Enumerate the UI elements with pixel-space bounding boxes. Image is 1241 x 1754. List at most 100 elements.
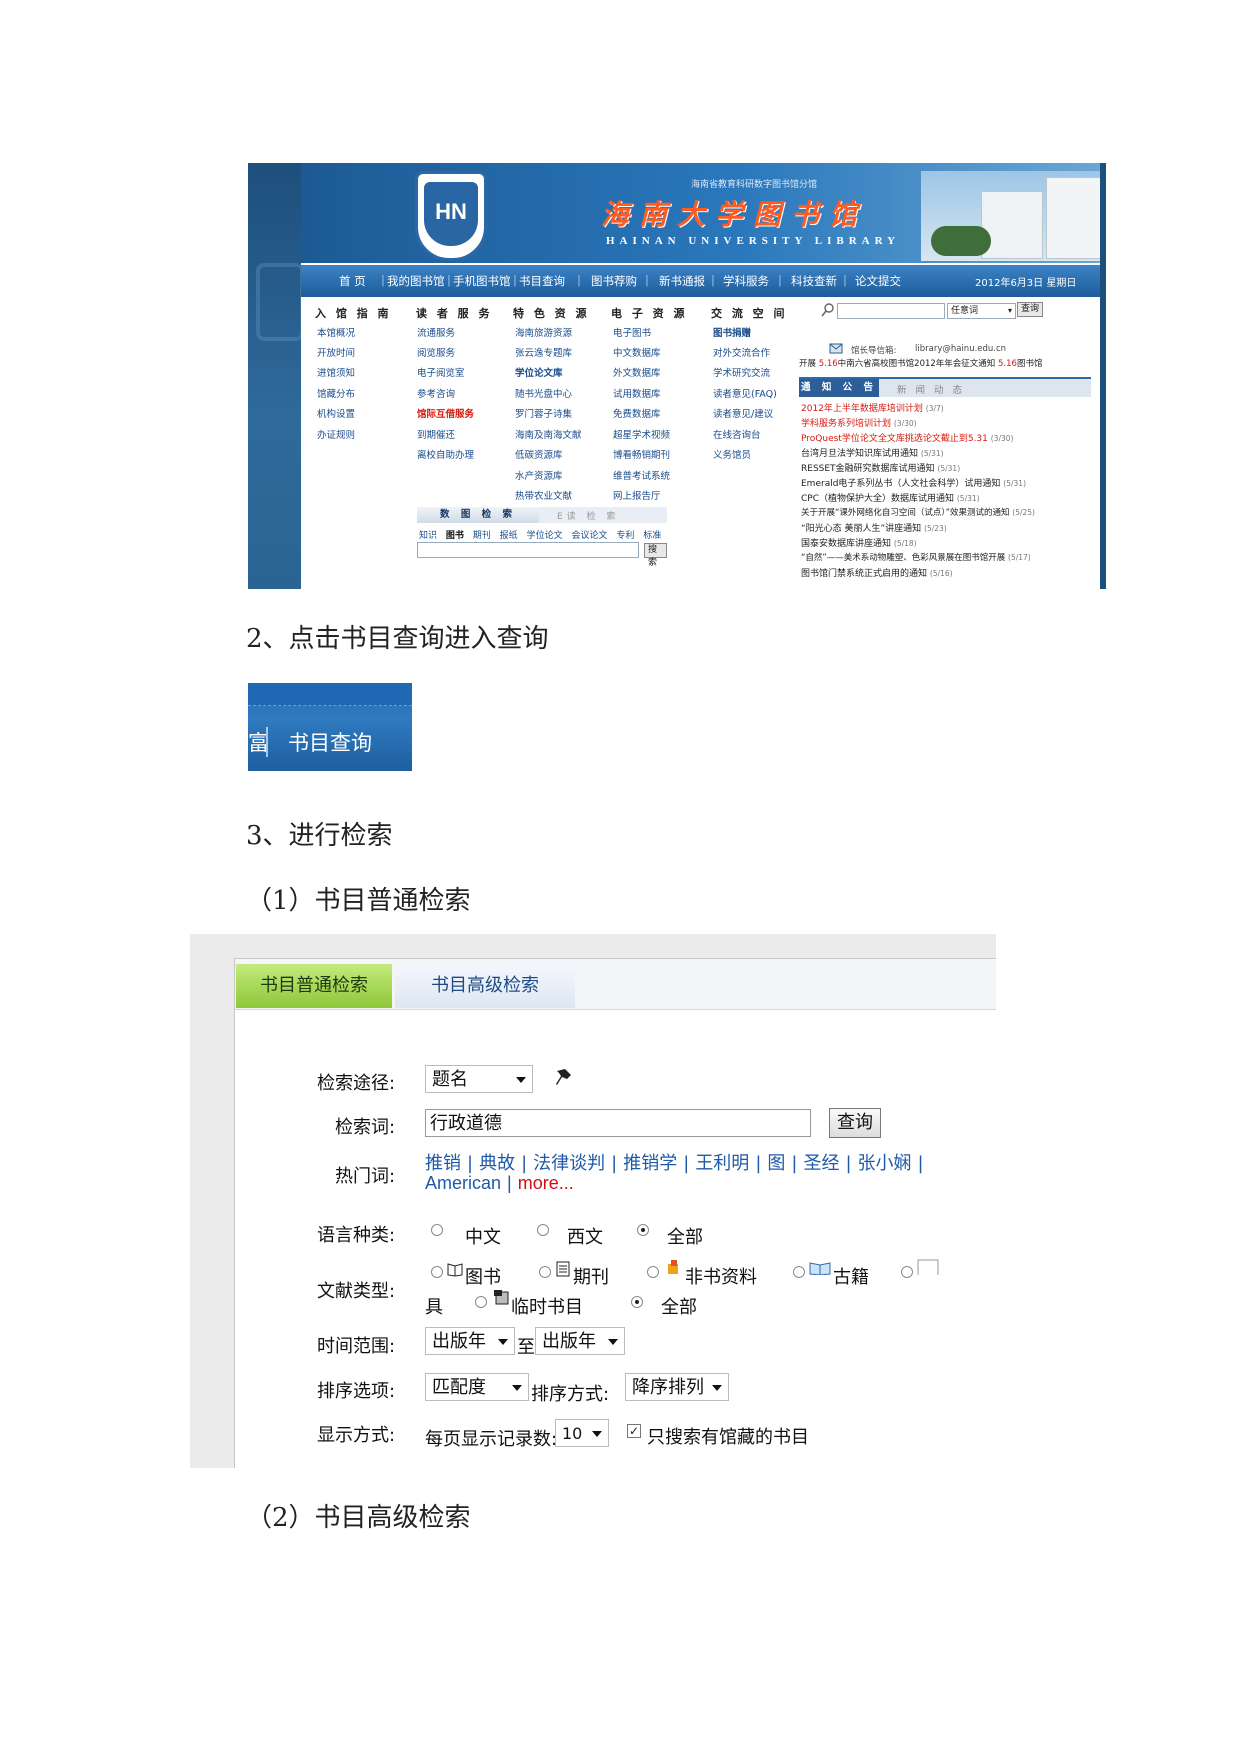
nav-novelty-search[interactable]: 科技查新 <box>791 273 837 289</box>
nav-mobile-library[interactable]: 手机图书馆 <box>453 273 511 289</box>
column-link[interactable]: 海南及南海文献 <box>515 427 582 441</box>
column-link[interactable]: 读者意见(FAQ) <box>713 386 777 400</box>
radio-doc-tool[interactable] <box>901 1266 913 1278</box>
notice-item[interactable]: “阳光心态 美丽人生”讲座通知 (5/23) <box>801 521 947 534</box>
university-logo[interactable]: HN <box>415 171 487 261</box>
nav-my-library[interactable]: 我的图书馆 <box>387 273 445 289</box>
column-link[interactable]: 海南旅游资源 <box>515 325 572 339</box>
column-link[interactable]: 外文数据库 <box>613 365 661 379</box>
site-search-input[interactable] <box>837 303 945 319</box>
db-type-link[interactable]: 图书 <box>446 531 464 541</box>
column-link[interactable]: 维普考试系统 <box>613 468 670 482</box>
sort-select[interactable]: 匹配度 <box>425 1373 529 1401</box>
year-from-select[interactable]: 出版年 <box>425 1327 515 1355</box>
pin-icon[interactable] <box>553 1067 575 1089</box>
column-link[interactable]: 低碳资源库 <box>515 447 563 461</box>
db-type-link[interactable]: 会议论文 <box>571 531 607 541</box>
notice-item[interactable]: CPC（植物保护大全）数据库试用通知 (5/31) <box>801 491 980 504</box>
radio-doc-journal[interactable] <box>539 1266 551 1278</box>
db-type-link[interactable]: 学位论文 <box>527 531 563 541</box>
column-link[interactable]: 中文数据库 <box>613 345 661 359</box>
radio-doc-temporary[interactable] <box>475 1296 487 1308</box>
column-link[interactable]: 电子阅览室 <box>417 365 465 379</box>
column-link[interactable]: 热带农业文献 <box>515 488 572 502</box>
radio-doc-nonbook[interactable] <box>647 1266 659 1278</box>
column-link[interactable]: 超星学术视频 <box>613 427 670 441</box>
term-input[interactable]: 行政道德 <box>425 1109 811 1137</box>
column-link[interactable]: 进馆须知 <box>317 365 355 379</box>
hot-word-link[interactable]: 推销 <box>425 1153 461 1174</box>
nav-catalog-search[interactable]: 书目查询 <box>519 273 565 289</box>
column-link[interactable]: 电子图书 <box>613 325 651 339</box>
hot-word-link[interactable]: American <box>425 1173 501 1193</box>
crop-catalog-search-label[interactable]: 书目查询 <box>288 727 372 757</box>
column-link[interactable]: 在线咨询台 <box>713 427 761 441</box>
notice-item[interactable]: ProQuest学位论文全文库挑选论文截止到5.31 (3/30) <box>801 431 1013 444</box>
query-button[interactable]: 查询 <box>829 1108 881 1138</box>
sort-mode-select[interactable]: 降序排列 <box>625 1373 729 1401</box>
column-link[interactable]: 开放时间 <box>317 345 355 359</box>
column-link[interactable]: 到期催还 <box>417 427 455 441</box>
radio-doc-all[interactable] <box>631 1296 643 1308</box>
nav-home[interactable]: 首 页 <box>339 273 366 289</box>
column-link[interactable]: 离校自助办理 <box>417 447 474 461</box>
column-link[interactable]: 试用数据库 <box>613 386 661 400</box>
nav-book-recommend[interactable]: 图书荐购 <box>591 273 637 289</box>
column-link[interactable]: 馆藏分布 <box>317 386 355 400</box>
hot-word-link[interactable]: 典故 <box>479 1153 515 1174</box>
tab-basic-search[interactable]: 书目普通检索 <box>236 964 392 1008</box>
nav-new-books[interactable]: 新书通报 <box>659 273 705 289</box>
db-type-link[interactable]: 专利 <box>616 531 634 541</box>
nav-thesis-submit[interactable]: 论文提交 <box>855 273 901 289</box>
db-type-link[interactable]: 期刊 <box>473 531 491 541</box>
tab-advanced-search[interactable]: 书目高级检索 <box>395 964 575 1008</box>
year-to-select[interactable]: 出版年 <box>535 1327 625 1355</box>
hot-word-link[interactable]: 图 <box>767 1153 785 1174</box>
column-link[interactable]: 参考咨询 <box>417 386 455 400</box>
notice-item[interactable]: 学科服务系列培训计划 (3/30) <box>801 416 917 429</box>
column-link[interactable]: 张云逸专题库 <box>515 345 572 359</box>
notice-item[interactable]: 2012年上半年数据库培训计划 (3/7) <box>801 401 944 414</box>
db-search-button[interactable]: 搜索 <box>644 543 667 568</box>
notice-item[interactable]: RESSET金融研究数据库试用通知 (5/31) <box>801 461 960 474</box>
column-link[interactable]: 学位论文库 <box>515 365 563 379</box>
column-link[interactable]: 学术研究交流 <box>713 365 770 379</box>
tab-notices[interactable]: 通 知 公 告 <box>799 379 879 397</box>
column-link[interactable]: 义务馆员 <box>713 447 751 461</box>
radio-lang-chinese[interactable] <box>431 1224 443 1236</box>
notice-item[interactable]: Emerald电子系列丛书（人文社会科学）试用通知 (5/31) <box>801 476 1026 489</box>
route-select[interactable]: 题名 <box>425 1065 533 1093</box>
tab-digital-search[interactable]: 数 图 检 索 <box>417 507 539 523</box>
tab-eread-search[interactable]: E读 检 索 <box>557 509 619 522</box>
tab-news[interactable]: 新 闻 动 态 <box>897 382 965 396</box>
radio-doc-book[interactable] <box>431 1266 443 1278</box>
nav-subject-service[interactable]: 学科服务 <box>723 273 769 289</box>
notice-item[interactable]: 图书馆门禁系统正式启用的通知 (5/16) <box>801 566 953 579</box>
column-link[interactable]: 水产资源库 <box>515 468 563 482</box>
hot-word-link[interactable]: 王利明 <box>695 1153 749 1174</box>
column-link[interactable]: 流通服务 <box>417 325 455 339</box>
only-holdings-checkbox[interactable]: ✓ <box>627 1424 641 1438</box>
notice-item[interactable]: 国泰安数据库讲座通知 (5/18) <box>801 536 917 549</box>
db-type-link[interactable]: 知识 <box>419 531 437 541</box>
column-link[interactable]: 图书捐赠 <box>713 325 751 339</box>
column-link[interactable]: 罗门蓉子诗集 <box>515 406 572 420</box>
notice-item[interactable]: 台湾月旦法学知识库试用通知 (5/31) <box>801 446 944 459</box>
column-link[interactable]: 网上报告厅 <box>613 488 661 502</box>
column-link[interactable]: 博看畅销期刊 <box>613 447 670 461</box>
hot-word-link[interactable]: 圣经 <box>803 1153 839 1174</box>
notice-item[interactable]: “自然”——美术系动物雕塑、色彩风景展在图书馆开展 (5/17) <box>801 551 1031 563</box>
per-page-select[interactable]: 10 <box>555 1419 609 1447</box>
db-search-input[interactable] <box>417 542 639 558</box>
column-link[interactable]: 随书光盘中心 <box>515 386 572 400</box>
radio-lang-all[interactable] <box>637 1224 649 1236</box>
hot-word-link[interactable]: 张小娴 <box>858 1153 912 1174</box>
notice-item[interactable]: 关于开展“课外网络化自习空间（试点）”效果测试的通知 (5/25) <box>801 506 1035 518</box>
radio-doc-ancient[interactable] <box>793 1266 805 1278</box>
site-search-scope-select[interactable]: 任意词 ▾ <box>947 303 1016 319</box>
column-link[interactable]: 馆际互借服务 <box>417 406 474 420</box>
column-link[interactable]: 对外交流合作 <box>713 345 770 359</box>
column-link[interactable]: 读者意见/建议 <box>713 406 773 420</box>
column-link[interactable]: 免费数据库 <box>613 406 661 420</box>
hot-word-link[interactable]: 推销学 <box>623 1153 677 1174</box>
